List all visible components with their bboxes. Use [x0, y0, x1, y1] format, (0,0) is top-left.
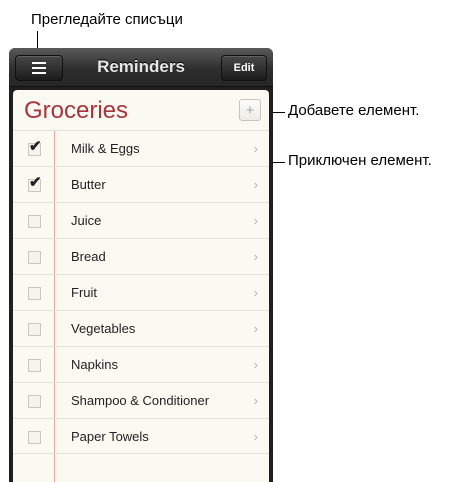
reminders-app: Reminders Edit Groceries + ✔ Milk & Eggs…: [9, 48, 273, 482]
chevron-right-icon: ›: [253, 321, 258, 336]
chevron-right-icon: ›: [253, 249, 258, 264]
list-item[interactable]: Napkins ›: [13, 346, 269, 382]
list-item[interactable]: ✔ Milk & Eggs ›: [13, 130, 269, 166]
list-item-label: Shampoo & Conditioner: [71, 393, 210, 408]
checkmark-icon: ✔: [29, 138, 42, 155]
add-item-button[interactable]: +: [239, 99, 261, 121]
list-item-label: Napkins: [71, 357, 118, 372]
callout-completed-item: Приключен елемент.: [288, 152, 432, 169]
screenshot-stage: Прегледайте списъци Добавете елемент. Пр…: [0, 0, 473, 482]
callout-view-lists: Прегледайте списъци: [31, 11, 183, 28]
chevron-right-icon: ›: [253, 141, 258, 156]
list-sheet: Groceries + ✔ Milk & Eggs › ✔ Butter › J…: [13, 90, 269, 482]
list-item-label: Paper Towels: [71, 429, 149, 444]
list-item[interactable]: Paper Towels ›: [13, 418, 269, 454]
checkmark-icon: ✔: [29, 174, 42, 191]
list-item-label: Vegetables: [71, 321, 136, 336]
checkbox[interactable]: ✔: [28, 175, 42, 192]
checkbox[interactable]: ✔: [28, 139, 42, 156]
list-item[interactable]: ✔ Butter ›: [13, 166, 269, 202]
checkbox[interactable]: [28, 395, 41, 408]
list-item[interactable]: Juice ›: [13, 202, 269, 238]
list-item[interactable]: Fruit ›: [13, 274, 269, 310]
chevron-right-icon: ›: [253, 429, 258, 444]
list-title: Groceries: [24, 97, 129, 124]
chevron-right-icon: ›: [253, 393, 258, 408]
chevron-right-icon: ›: [253, 213, 258, 228]
chevron-right-icon: ›: [253, 357, 258, 372]
list-item-label: Fruit: [71, 285, 97, 300]
checkbox[interactable]: [28, 431, 41, 444]
hamburger-icon: [32, 62, 46, 74]
checkbox[interactable]: [28, 287, 41, 300]
checkbox[interactable]: [28, 215, 41, 228]
list-item-label: Milk & Eggs: [71, 141, 140, 156]
checkbox[interactable]: [28, 251, 41, 264]
list-item[interactable]: Bread ›: [13, 238, 269, 274]
chevron-right-icon: ›: [253, 285, 258, 300]
chevron-right-icon: ›: [253, 177, 258, 192]
edit-button[interactable]: Edit: [221, 55, 267, 81]
navigation-bar: Reminders Edit: [9, 48, 273, 87]
checkbox[interactable]: [28, 359, 41, 372]
list-item-label: Bread: [71, 249, 106, 264]
list-item-label: Juice: [71, 213, 102, 228]
list-item[interactable]: Vegetables ›: [13, 310, 269, 346]
checkbox[interactable]: [28, 323, 41, 336]
lists-button[interactable]: [15, 55, 63, 81]
list-item-label: Butter: [71, 177, 106, 192]
callout-add-item: Добавете елемент.: [288, 102, 420, 119]
list-item[interactable]: Shampoo & Conditioner ›: [13, 382, 269, 418]
reminder-list: ✔ Milk & Eggs › ✔ Butter › Juice › Bread: [13, 130, 269, 454]
